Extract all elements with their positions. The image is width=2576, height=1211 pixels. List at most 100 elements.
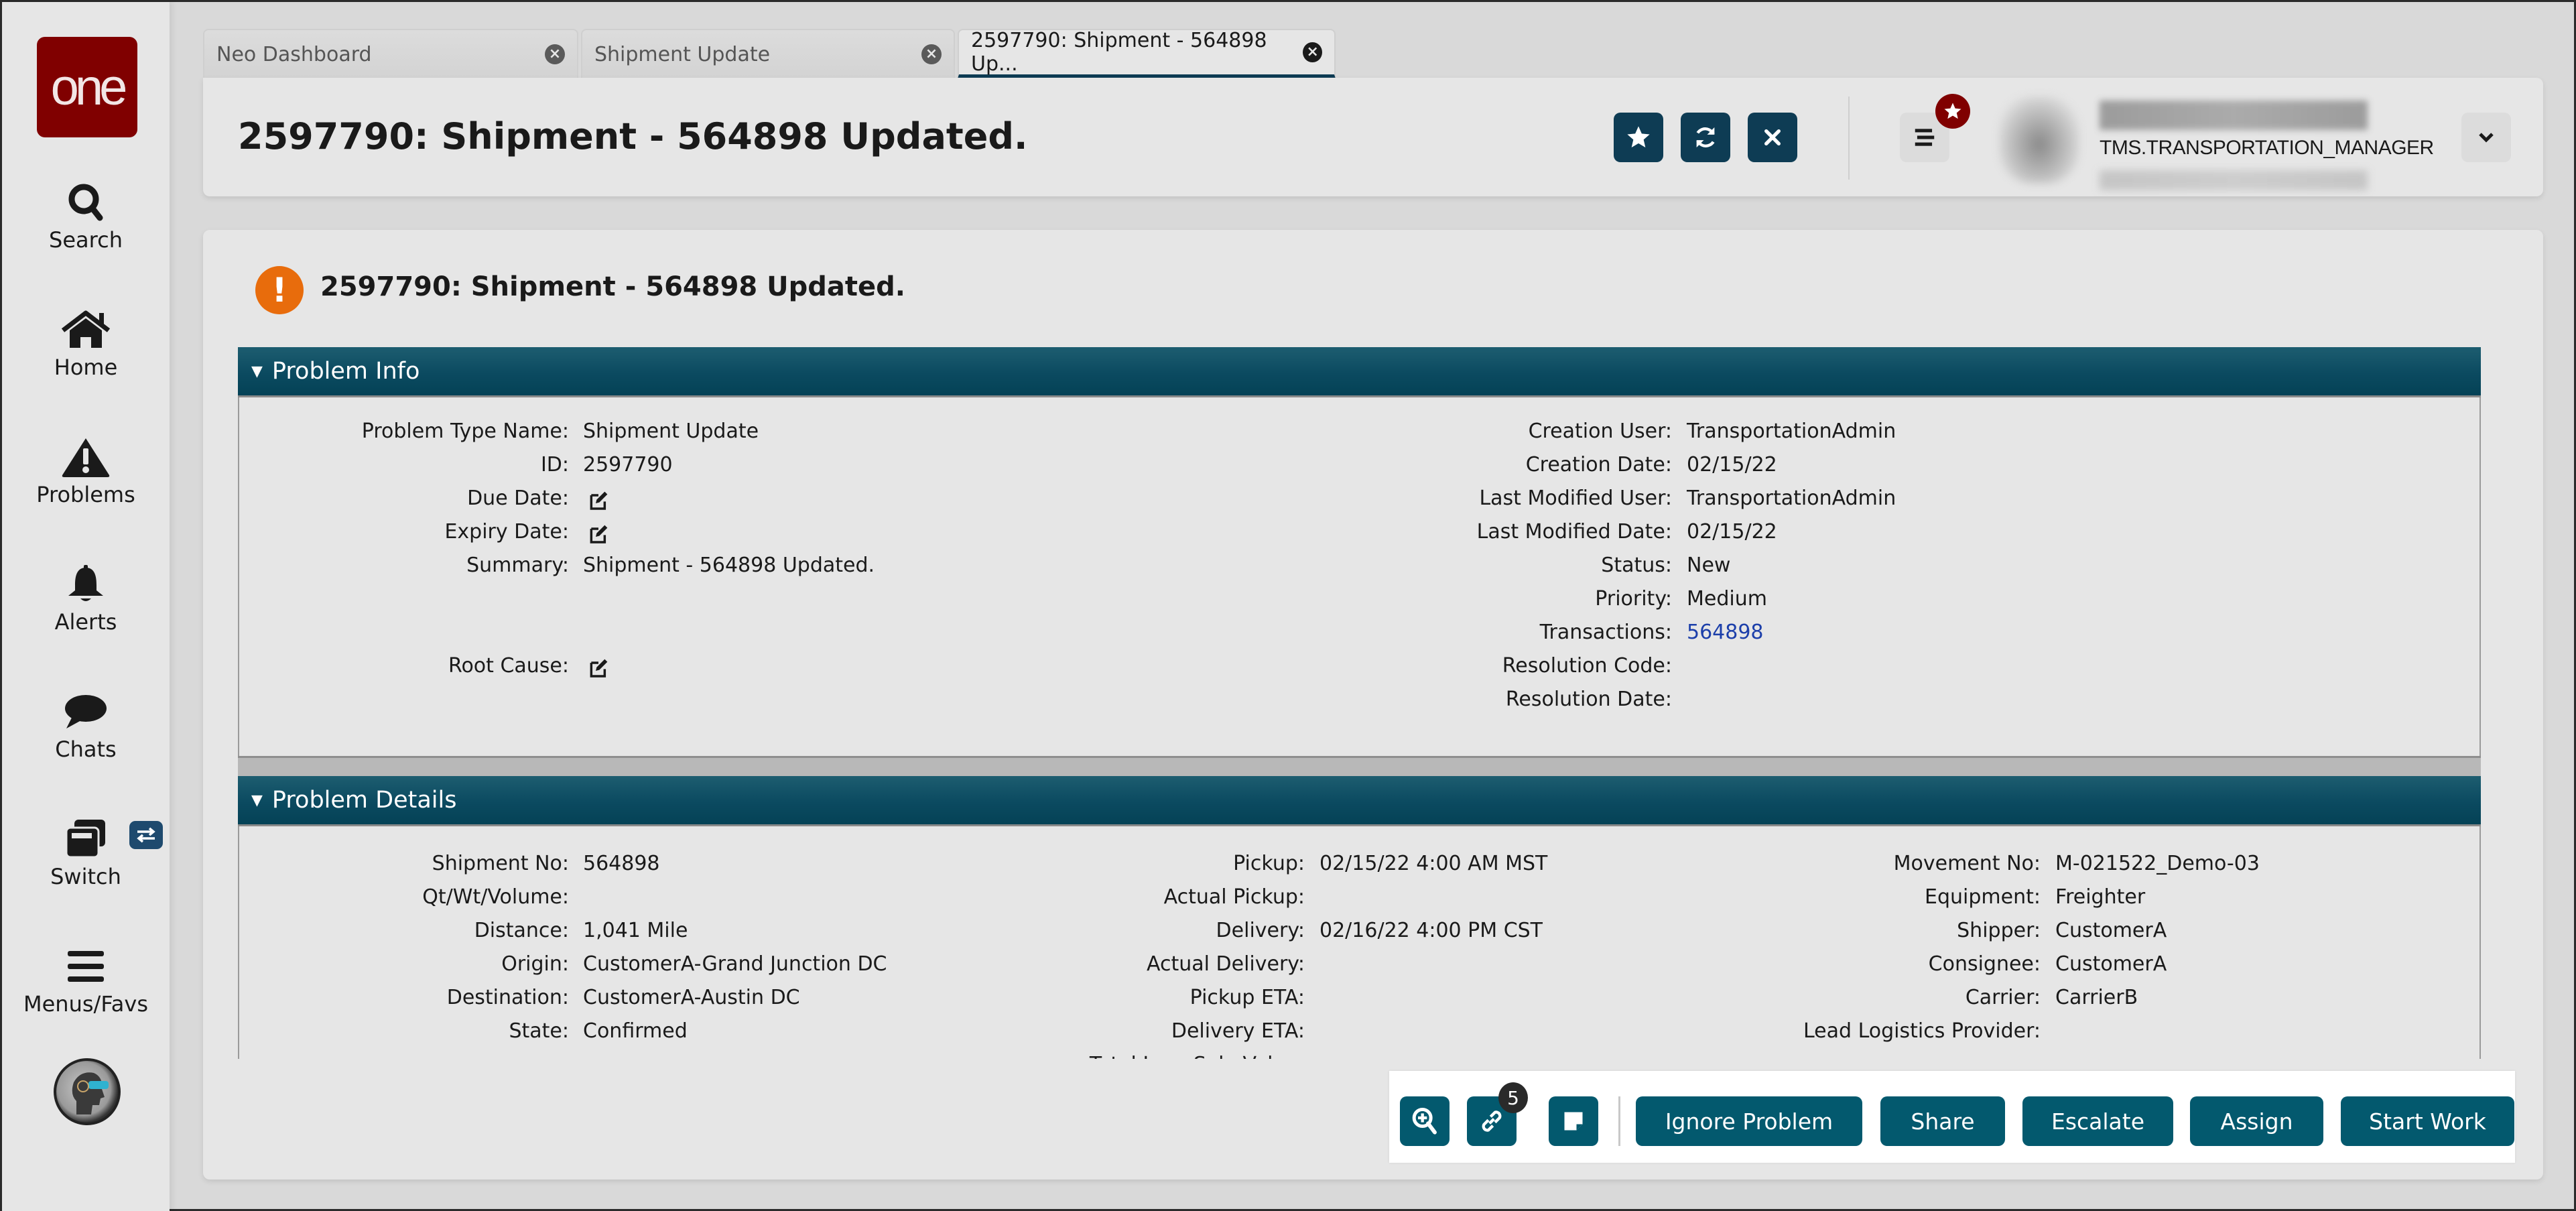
- user-avatar[interactable]: [1999, 97, 2079, 184]
- transaction-link[interactable]: 564898: [1687, 619, 1764, 645]
- user-role: TMS.TRANSPORTATION_MANAGER: [2100, 137, 2434, 159]
- field-carrier: Carrier:: [239, 984, 2041, 1011]
- sidebar-item-search[interactable]: Search: [2, 182, 170, 253]
- field-label: Lead Logistics Provider:: [1803, 1019, 2041, 1043]
- field-value: CustomerA: [2055, 918, 2167, 942]
- field-value: TransportationAdmin: [1687, 419, 1896, 443]
- field-creation-date: Creation Date:: [239, 451, 1672, 478]
- field-resolution-code: Resolution Code:: [239, 652, 1672, 679]
- sidebar-item-label: Search: [49, 227, 123, 253]
- sidebar-item-alerts[interactable]: Alerts: [2, 564, 170, 635]
- user-name-blurred: [2100, 101, 2368, 130]
- problem-details-header[interactable]: ▼ Problem Details: [238, 776, 2481, 826]
- field-value: CarrierB: [2055, 985, 2138, 1009]
- field-value: Freighter: [2055, 885, 2146, 909]
- bell-icon: [68, 565, 103, 601]
- sidebar-item-problems[interactable]: Problems: [2, 436, 170, 507]
- home-icon: [61, 310, 111, 348]
- field-label: Priority:: [1595, 586, 1672, 611]
- field-creation-user: Creation User:: [239, 418, 1672, 444]
- header-divider: [1848, 97, 1850, 180]
- section-title: Problem Details: [271, 787, 457, 814]
- caret-down-icon: ▼: [251, 363, 263, 380]
- field-movement-no: Movement No:: [239, 850, 2041, 877]
- sidebar: one Search Home Problems Alerts Chats Sw…: [2, 2, 170, 1211]
- field-label: Creation User:: [1528, 419, 1672, 443]
- warning-triangle-icon: [62, 438, 110, 477]
- star-icon: [1627, 126, 1650, 147]
- sticky-note-icon: [1564, 1112, 1583, 1131]
- sidebar-item-label: Problems: [36, 482, 135, 507]
- close-tab-icon[interactable]: ×: [1303, 42, 1322, 62]
- field-status: Status:: [239, 552, 1672, 578]
- close-tab-icon[interactable]: ×: [545, 44, 565, 64]
- sidebar-item-menus-favs[interactable]: Menus/Favs: [2, 946, 170, 1017]
- problem-scroll-area: ▼ Problem Info Problem Type Name: Shipme…: [238, 347, 2516, 1059]
- problem-detail-panel: ! 2597790: Shipment - 564898 Updated. ▼ …: [203, 230, 2543, 1180]
- tab-shipment-update[interactable]: Shipment Update ×: [581, 29, 955, 78]
- close-tab-icon[interactable]: ×: [921, 44, 942, 64]
- field-label: Carrier:: [1965, 985, 2041, 1009]
- field-label: Shipper:: [1957, 918, 2041, 942]
- problem-info-body: Problem Type Name: Shipment Update ID: 2…: [238, 397, 2481, 756]
- field-last-modified-date: Last Modified Date:: [239, 518, 1672, 545]
- tab-neo-dashboard[interactable]: Neo Dashboard ×: [203, 29, 578, 78]
- switch-swap-button[interactable]: [129, 821, 163, 849]
- status-value: New: [1687, 553, 1731, 577]
- field-priority: Priority:: [239, 585, 1672, 612]
- sidebar-item-label: Chats: [55, 737, 117, 762]
- logo-text: one: [50, 58, 128, 116]
- field-last-modified-user: Last Modified User:: [239, 485, 1672, 511]
- priority-value: Medium: [1687, 586, 1767, 611]
- escalate-button[interactable]: Escalate: [2022, 1096, 2173, 1146]
- swap-arrows-icon: [137, 827, 155, 843]
- user-menu-dropdown[interactable]: [2461, 113, 2511, 162]
- page-header: 2597790: Shipment - 564898 Updated. TMS.…: [203, 78, 2543, 196]
- zoom-in-button[interactable]: [1400, 1096, 1450, 1146]
- field-label: Resolution Date:: [1505, 687, 1672, 711]
- tab-label: Shipment Update: [594, 42, 771, 66]
- user-org-blurred: [2100, 170, 2368, 190]
- field-label: Status:: [1601, 553, 1672, 577]
- action-bar-divider: [1618, 1096, 1620, 1146]
- field-value: 02/15/22: [1687, 519, 1777, 544]
- caret-down-icon: ▼: [251, 791, 263, 809]
- sidebar-item-home[interactable]: Home: [2, 309, 170, 380]
- close-icon: [1764, 129, 1781, 145]
- favorites-badge: [1935, 94, 1970, 129]
- sidebar-item-chats[interactable]: Chats: [2, 691, 170, 762]
- sidebar-item-label: Alerts: [54, 609, 117, 635]
- field-value: 02/15/22: [1687, 452, 1777, 476]
- favorite-button[interactable]: [1614, 113, 1663, 162]
- problem-info-header[interactable]: ▼ Problem Info: [238, 347, 2481, 397]
- chat-bubble-icon: [65, 695, 107, 728]
- assign-button[interactable]: Assign: [2190, 1096, 2323, 1146]
- notes-button[interactable]: [1549, 1096, 1598, 1146]
- sidebar-item-label: Switch: [50, 864, 121, 889]
- app-logo[interactable]: one: [37, 37, 137, 137]
- field-label: Total Loss Sale Value:: [1090, 1053, 1305, 1060]
- sidebar-item-label: Menus/Favs: [23, 991, 148, 1017]
- field-transactions: Transactions:: [239, 619, 1672, 645]
- search-icon: [68, 184, 103, 221]
- field-label: Transactions:: [1539, 620, 1672, 644]
- tab-label: Neo Dashboard: [216, 42, 372, 66]
- field-label: Resolution Code:: [1502, 653, 1672, 678]
- field-label: Last Modified Date:: [1476, 519, 1672, 544]
- field-label: Last Modified User:: [1479, 486, 1672, 510]
- star-icon: [1944, 103, 1961, 119]
- hamburger-menu-icon: [68, 951, 104, 982]
- close-page-button[interactable]: [1748, 113, 1797, 162]
- field-label: Equipment:: [1925, 885, 2041, 909]
- share-button[interactable]: Share: [1880, 1096, 2005, 1146]
- tab-problem-2597790[interactable]: 2597790: Shipment - 564898 Up... ×: [958, 29, 1336, 78]
- ignore-problem-button[interactable]: Ignore Problem: [1636, 1096, 1862, 1146]
- tab-label: 2597790: Shipment - 564898 Up...: [971, 29, 1267, 76]
- refresh-button[interactable]: [1681, 113, 1730, 162]
- start-work-button[interactable]: Start Work: [2341, 1096, 2514, 1146]
- alert-exclamation-icon: !: [255, 266, 304, 314]
- section-title: Problem Info: [271, 358, 420, 385]
- field-value: CustomerA: [2055, 952, 2167, 976]
- assistant-avatar[interactable]: [54, 1058, 121, 1125]
- field-value: TransportationAdmin: [1687, 486, 1896, 510]
